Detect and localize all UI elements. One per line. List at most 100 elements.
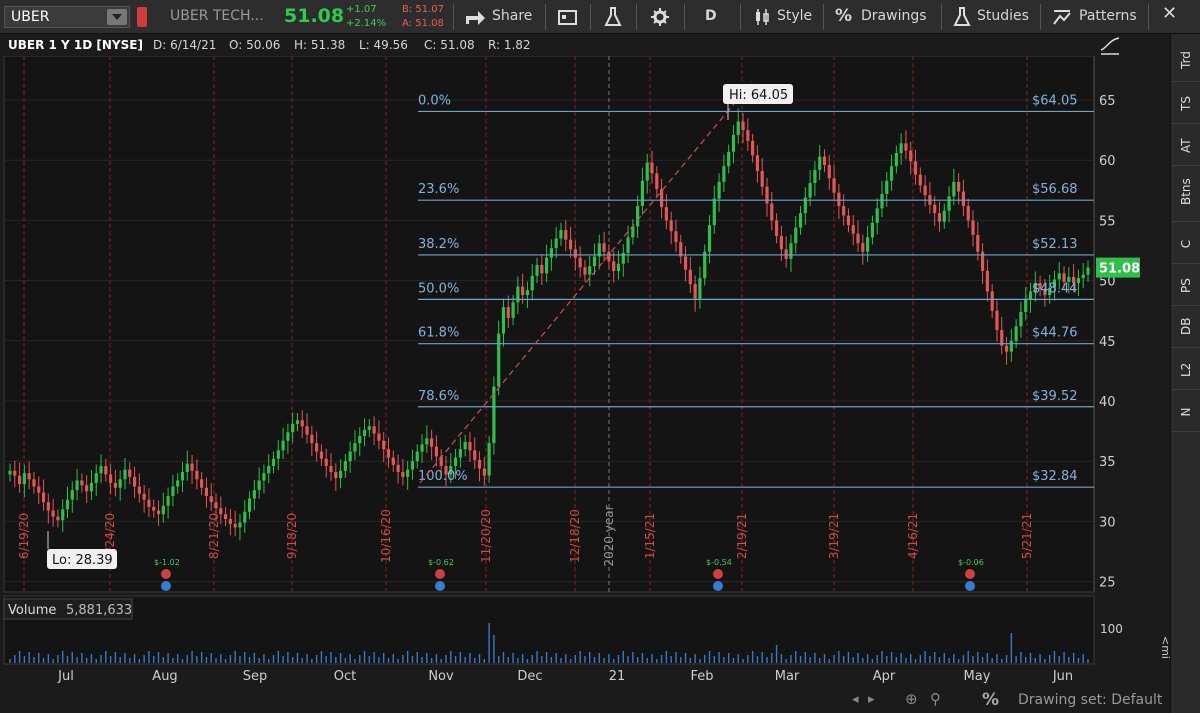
candle-body: [310, 434, 314, 444]
date-label: 11/20/20: [479, 509, 493, 563]
flag-icon[interactable]: [137, 7, 147, 27]
candle-body: [765, 186, 769, 204]
candle-body: [966, 205, 970, 221]
candle-body: [1009, 340, 1013, 352]
candle-body: [789, 243, 793, 259]
tab-btns[interactable]: Btns: [1171, 174, 1200, 222]
candle-body: [233, 523, 237, 528]
candle-body: [1081, 274, 1085, 279]
candlestick-icon[interactable]: [753, 7, 771, 27]
tab-ps[interactable]: PS: [1171, 266, 1200, 306]
candle-body: [616, 263, 621, 271]
tab-trd[interactable]: Trd: [1171, 42, 1200, 82]
period-selector[interactable]: D: [705, 8, 717, 24]
candle-body: [688, 269, 692, 285]
tab-db[interactable]: DB: [1171, 308, 1200, 348]
candle-body: [468, 441, 472, 451]
candle-body: [453, 457, 458, 467]
candle-body: [521, 286, 525, 296]
symbol-selector[interactable]: UBER: [4, 6, 130, 28]
hi-label: Hi: 64.05: [729, 88, 788, 103]
candle-body: [176, 480, 180, 487]
candle-body: [463, 441, 467, 450]
net-change-pct: +2.14%: [346, 18, 387, 29]
candle-body: [1086, 267, 1090, 275]
date-label: 5/21/21: [1020, 513, 1034, 559]
tab-c[interactable]: C: [1171, 224, 1200, 264]
candle-body: [482, 468, 486, 476]
candle-body: [933, 204, 937, 214]
candle-body: [406, 469, 410, 477]
candle-body: [731, 134, 736, 152]
candle-body: [305, 426, 309, 435]
candle-body: [13, 470, 17, 476]
date-label: 6/19/20: [17, 513, 31, 559]
candle-body: [353, 443, 357, 452]
candle-body: [659, 189, 664, 208]
y-tick-label: 60: [1099, 154, 1116, 169]
calendar-icon[interactable]: [557, 8, 579, 26]
candle-body: [636, 205, 640, 227]
gear-icon[interactable]: [650, 7, 670, 27]
studies-flask-icon[interactable]: [952, 6, 972, 28]
fib-pct-label: 23.6%: [418, 182, 459, 197]
candle-body: [578, 257, 582, 268]
candle-body: [334, 472, 338, 479]
candle-body: [32, 479, 36, 487]
candle-body: [880, 193, 884, 209]
volume-axis-max: 100: [1100, 622, 1123, 636]
drawing-tool-icon[interactable]: [1099, 36, 1123, 58]
date-label: 2020 year: [602, 505, 616, 566]
last-price-tag-label: 51.08: [1099, 262, 1140, 277]
style-menu[interactable]: Style: [777, 8, 812, 24]
dividend-icon: [435, 581, 445, 591]
patterns-icon[interactable]: [1052, 7, 1072, 27]
dividend-icon: [713, 581, 723, 591]
candle-body: [425, 438, 429, 445]
candle-body: [171, 486, 175, 497]
share-icon[interactable]: [464, 8, 486, 26]
tab-l2[interactable]: L2: [1171, 350, 1200, 390]
earnings-icon: [161, 569, 171, 579]
candle-body: [894, 152, 898, 167]
candle-body: [837, 192, 841, 206]
earnings-value: $-0.54: [706, 558, 732, 567]
bid-price: B: 51.07: [402, 4, 445, 15]
candle-body: [276, 450, 280, 459]
fib-pct-label: 0.0%: [418, 93, 451, 108]
tab-at[interactable]: AT: [1171, 126, 1200, 166]
dividend-icon: [161, 581, 171, 591]
studies-menu[interactable]: Studies: [977, 8, 1029, 24]
candle-body: [243, 511, 247, 523]
company-name[interactable]: UBER TECH...: [170, 8, 264, 24]
x-month-label: May: [964, 669, 991, 684]
percent-icon[interactable]: %: [835, 6, 852, 26]
candle-body: [875, 208, 879, 223]
candle-body: [152, 506, 156, 511]
candle-body: [219, 508, 223, 515]
candle-body: [204, 487, 209, 497]
candle-body: [861, 243, 865, 252]
candle-body: [971, 220, 975, 235]
candle-body: [27, 473, 31, 480]
drawings-menu[interactable]: Drawings: [861, 8, 927, 24]
close-icon[interactable]: ✕: [1162, 3, 1177, 24]
chevron-down-icon[interactable]: [107, 9, 127, 25]
candle-body: [564, 230, 568, 240]
symbol-value: UBER: [11, 9, 50, 25]
flask-icon[interactable]: [603, 6, 623, 28]
candle-body: [382, 440, 386, 450]
tab-n[interactable]: N: [1171, 392, 1200, 432]
dividend-icon: [965, 581, 975, 591]
candle-body: [396, 464, 400, 473]
y-tick-label: 45: [1099, 335, 1116, 350]
share-button[interactable]: Share: [492, 8, 532, 24]
candle-body: [65, 499, 70, 510]
patterns-menu[interactable]: Patterns: [1079, 8, 1137, 24]
price-chart[interactable]: 2530354045505560656/19/20 7/24/20 8/21/20 9…: [0, 56, 1170, 713]
tab-ts[interactable]: TS: [1171, 84, 1200, 124]
last-price: 51.08: [284, 5, 345, 27]
candle-body: [430, 438, 434, 447]
candle-body: [41, 492, 46, 503]
candle-body: [645, 162, 649, 181]
